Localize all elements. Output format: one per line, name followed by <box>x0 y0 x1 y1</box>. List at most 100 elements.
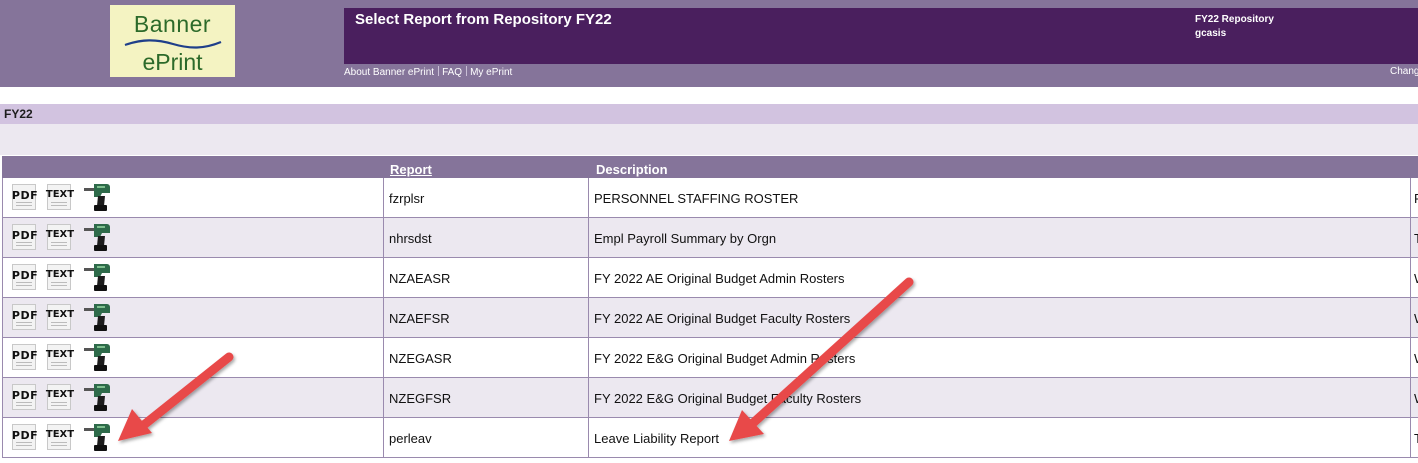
about-link[interactable]: About Banner ePrint <box>344 67 436 78</box>
pdf-icon[interactable]: PDF <box>9 224 41 250</box>
extra-cell: T <box>1410 418 1418 457</box>
extra-cell: W <box>1410 378 1418 417</box>
description-cell: PERSONNEL STAFFING ROSTER <box>588 178 1409 217</box>
drill-icon[interactable] <box>81 261 115 293</box>
actions-cell: PDF TEXT <box>2 258 382 297</box>
report-name[interactable]: perleav <box>389 431 432 446</box>
extra-value: W <box>1414 391 1418 406</box>
faq-link[interactable]: FAQ <box>442 67 464 78</box>
drill-icon[interactable] <box>81 381 115 413</box>
logo-line1: Banner <box>133 11 212 37</box>
extra-value: T <box>1414 231 1418 246</box>
section-bar: FY22 <box>0 104 1418 124</box>
actions-cell: PDF TEXT <box>2 378 382 417</box>
description-cell: FY 2022 E&G Original Budget Faculty Rost… <box>588 378 1409 417</box>
drill-icon[interactable] <box>81 221 115 253</box>
logo-line2: ePrint <box>142 49 203 75</box>
table-header: Report Description <box>2 156 1418 178</box>
report-name[interactable]: NZEGASR <box>389 351 452 366</box>
text-icon[interactable]: TEXT <box>44 424 76 450</box>
pdf-icon[interactable]: PDF <box>9 384 41 410</box>
section-title: FY22 <box>4 107 33 121</box>
table-body: PDFTEXTfzrplsrPERSONNEL STAFFING ROSTERF… <box>2 178 1418 458</box>
table-row: PDFTEXT fzrplsr PERSONNEL STAFFING ROSTER F <box>2 178 1418 218</box>
report-description: FY 2022 AE Original Budget Faculty Roste… <box>594 311 851 326</box>
drill-icon[interactable] <box>81 421 115 453</box>
report-name[interactable]: NZAEASR <box>389 271 450 286</box>
report-cell: perleav <box>383 418 588 457</box>
link-separator <box>438 66 440 76</box>
report-name[interactable]: fzrplsr <box>389 191 424 206</box>
drill-icon[interactable] <box>81 341 115 373</box>
report-cell: fzrplsr <box>383 178 588 217</box>
report-name[interactable]: NZAEFSR <box>389 311 450 326</box>
text-icon[interactable]: TEXT <box>44 304 76 330</box>
change-link[interactable]: Chang <box>1390 66 1418 77</box>
report-cell: NZAEASR <box>383 258 588 297</box>
extra-cell: W <box>1410 298 1418 337</box>
table-row: PDF TEXT NZAEFSR FY 2022 AE Original Budget… <box>2 298 1418 338</box>
report-description: PERSONNEL STAFFING ROSTER <box>594 191 799 206</box>
table-row: PDFTEXT perleav Leave Liability Report T <box>2 418 1418 458</box>
report-cell: NZAEFSR <box>383 298 588 337</box>
description-column-header: Description <box>596 162 668 177</box>
report-description: Empl Payroll Summary by Orgn <box>594 231 777 246</box>
table-row: PDF TEXT nhrsdst Empl Payroll Summary by Or… <box>2 218 1418 258</box>
section-spacer <box>0 124 1418 155</box>
table-row: PDF TEXT NZEGASR FY 2022 E&G Original Budge… <box>2 338 1418 378</box>
extra-cell: W <box>1410 258 1418 297</box>
pdf-icon[interactable]: PDF <box>9 184 41 210</box>
extra-value: W <box>1414 271 1418 286</box>
table-row: PDF TEXT NZEGFSR FY 2022 E&G Original Budge… <box>2 378 1418 418</box>
extra-value: F <box>1414 191 1418 206</box>
extra-cell: W <box>1410 338 1418 377</box>
report-cell: nhrsdst <box>383 218 588 257</box>
report-description: Leave Liability Report <box>594 431 720 446</box>
report-description: FY 2022 E&G Original Budget Admin Roster… <box>594 351 856 366</box>
pdf-icon[interactable]: PDF <box>9 264 41 290</box>
report-description: FY 2022 AE Original Budget Admin Rosters <box>594 271 845 286</box>
report-cell: NZEGFSR <box>383 378 588 417</box>
link-separator <box>466 66 468 76</box>
description-cell: Empl Payroll Summary by Orgn <box>588 218 1409 257</box>
description-cell: FY 2022 AE Original Budget Faculty Roste… <box>588 298 1409 337</box>
actions-cell: PDF TEXT <box>2 218 382 257</box>
extra-cell: T <box>1410 218 1418 257</box>
report-column-header[interactable]: Report <box>390 162 432 177</box>
banner-eprint-logo[interactable]: Banner ePrint <box>110 5 235 77</box>
extra-value: W <box>1414 311 1418 326</box>
drill-icon[interactable] <box>81 181 115 213</box>
my-eprint-link[interactable]: My ePrint <box>470 67 514 78</box>
extra-cell: F <box>1410 178 1418 217</box>
report-table: Report Description PDF TEXT fzrplsr PERSONN… <box>2 156 1418 458</box>
pdf-icon[interactable]: PDF <box>9 304 41 330</box>
user-name: gcasis <box>1195 28 1227 39</box>
text-icon[interactable]: TEXT <box>44 344 76 370</box>
pdf-icon[interactable]: PDF <box>9 424 41 450</box>
report-name[interactable]: nhrsdst <box>389 231 432 246</box>
actions-cell: PDF TEXT <box>2 418 382 457</box>
pdf-icon[interactable]: PDF <box>9 344 41 370</box>
actions-cell: PDF TEXT <box>2 338 382 377</box>
repository-info: FY22 Repository gcasis <box>1195 13 1274 41</box>
top-links: About Banner ePrint FAQ My ePrint <box>344 66 514 78</box>
text-icon[interactable]: TEXT <box>44 384 76 410</box>
report-cell: NZEGASR <box>383 338 588 377</box>
page-title: Select Report from Repository FY22 <box>355 11 612 28</box>
text-icon[interactable]: TEXT <box>44 224 76 250</box>
description-cell: FY 2022 AE Original Budget Admin Rosters <box>588 258 1409 297</box>
extra-value: T <box>1414 431 1418 446</box>
repository-label: FY22 Repository <box>1195 14 1274 25</box>
drill-icon[interactable] <box>81 301 115 333</box>
text-icon[interactable]: TEXT <box>44 184 76 210</box>
description-cell: Leave Liability Report <box>588 418 1409 457</box>
text-icon[interactable]: TEXT <box>44 264 76 290</box>
logo-wave-icon <box>124 39 222 49</box>
actions-cell: PDF TEXT <box>2 298 382 337</box>
report-description: FY 2022 E&G Original Budget Faculty Rost… <box>594 391 862 406</box>
table-row: PDF TEXT NZAEASR FY 2022 AE Original Budget… <box>2 258 1418 298</box>
extra-value: W <box>1414 351 1418 366</box>
description-cell: FY 2022 E&G Original Budget Admin Roster… <box>588 338 1409 377</box>
report-name[interactable]: NZEGFSR <box>389 391 451 406</box>
actions-cell: PDF TEXT <box>2 178 382 217</box>
